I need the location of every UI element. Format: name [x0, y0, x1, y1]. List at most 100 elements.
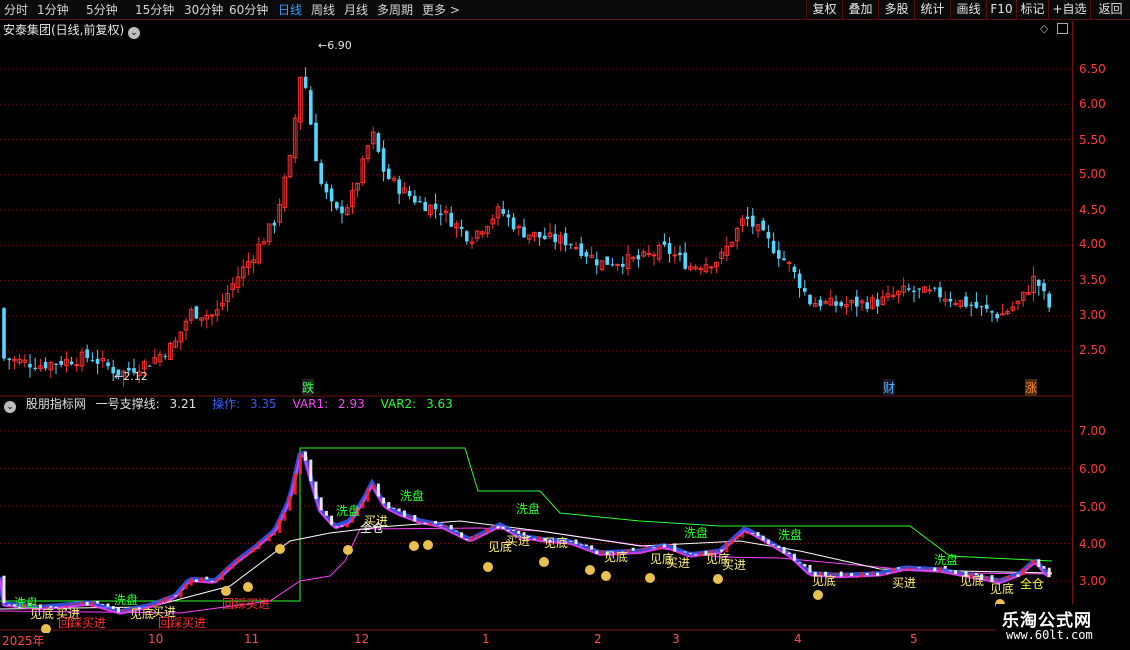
period-tab-multi[interactable]: 多周期: [377, 2, 413, 18]
indicator-candle: [673, 543, 677, 552]
indicator-candle: [194, 579, 198, 582]
candle-body: [579, 243, 583, 256]
indicator-candle: [876, 572, 880, 576]
indicator-candle: [761, 535, 765, 541]
indicator-candle: [798, 562, 802, 564]
peak-price-label: ←6.90: [318, 39, 352, 52]
indicator-candle: [569, 540, 573, 542]
candle-body: [808, 294, 812, 305]
indicator-candle: [96, 600, 100, 604]
candle-body: [74, 364, 80, 367]
indicator-candle: [735, 535, 739, 540]
indicator-candle: [324, 510, 328, 516]
adjust-button[interactable]: 复权: [806, 0, 842, 20]
indicator-candle: [200, 577, 204, 583]
event-marker-rise[interactable]: 涨: [1025, 379, 1038, 396]
indicator-candle: [642, 547, 646, 550]
f10-button[interactable]: F10: [986, 0, 1016, 20]
signal-wash: 洗盘: [516, 502, 541, 516]
mark-button[interactable]: 标记: [1016, 0, 1048, 20]
candle-body: [43, 361, 48, 369]
period-tab-1min[interactable]: 1分钟: [37, 2, 69, 18]
indicator-candle: [335, 526, 339, 528]
indicator-candle: [1000, 578, 1004, 580]
signal-wash: 洗盘: [778, 528, 803, 542]
period-tab-15min[interactable]: 15分钟: [135, 2, 174, 18]
indicator-candle: [538, 536, 542, 541]
candle-body: [1047, 293, 1051, 308]
indicator-candle: [662, 544, 666, 548]
signal-wash: 洗盘: [934, 553, 959, 567]
indicator-candle: [189, 578, 193, 586]
indicator-candle: [1006, 575, 1010, 579]
draw-line-button[interactable]: 画线: [950, 0, 986, 20]
indicator-candle: [174, 595, 178, 597]
indicator-candle: [449, 524, 453, 530]
indicator-candle: [340, 525, 344, 527]
indicator-candle: [158, 600, 162, 604]
candle-body: [683, 252, 687, 269]
indicator-candle: [272, 532, 276, 536]
event-marker-finance[interactable]: 财: [883, 379, 896, 396]
period-tab-daily[interactable]: 日线: [278, 2, 302, 18]
signal-full-position: 全仓: [360, 521, 385, 535]
candle-body: [33, 367, 37, 370]
indicator-candle: [376, 483, 380, 497]
candle-body: [397, 179, 401, 194]
candle-body: [439, 213, 443, 215]
money-bag-icon: [645, 573, 655, 583]
indicator-candle: [283, 512, 287, 521]
candle-body: [407, 190, 412, 197]
period-tab-5min[interactable]: 5分钟: [86, 2, 118, 18]
indicator-candle: [486, 528, 490, 533]
indicator-candle: [631, 547, 635, 551]
money-bag-icon: [713, 574, 723, 584]
indicator-candle: [397, 508, 401, 512]
money-bag-icon: [275, 544, 285, 554]
period-toolbar: 分时 1分钟 5分钟 15分钟 30分钟 60分钟 日线 周线 月线 多周期 更…: [0, 0, 1130, 20]
signal-bottom: 见底: [990, 582, 1015, 596]
candle-body: [766, 232, 771, 239]
money-bag-icon: [813, 590, 823, 600]
price-tick: 5.00: [1079, 167, 1106, 181]
period-tab-30min[interactable]: 30分钟: [184, 2, 223, 18]
main-candles: [2, 67, 1051, 387]
indicator-candle: [657, 546, 661, 551]
back-button[interactable]: 返回: [1090, 0, 1130, 20]
add-watchlist-button[interactable]: +自选: [1048, 0, 1090, 20]
period-tab-intraday[interactable]: 分时: [4, 2, 28, 18]
indicator-candle: [179, 590, 183, 598]
statistics-button[interactable]: 统计: [914, 0, 950, 20]
candle-body: [782, 258, 786, 260]
overlay-button[interactable]: 叠加: [842, 0, 878, 20]
var2-value-label: VAR2: 3.63: [380, 397, 453, 411]
multi-stock-button[interactable]: 多股: [878, 0, 914, 20]
chevron-down-icon[interactable]: ⌄: [4, 401, 16, 413]
candle-body: [818, 299, 823, 307]
indicator-candle: [252, 547, 256, 553]
indicator-candle: [860, 572, 864, 578]
indicator-candle: [345, 523, 349, 528]
signal-wash: 洗盘: [336, 504, 361, 518]
period-tab-60min[interactable]: 60分钟: [229, 2, 268, 18]
period-tab-weekly[interactable]: 周线: [311, 2, 335, 18]
indicator-candle: [184, 583, 188, 590]
indicator-candle: [896, 567, 900, 569]
indicator-candle: [501, 526, 505, 530]
indicator-candle: [782, 546, 786, 554]
indicator-candle: [740, 533, 744, 538]
indicator-candle: [226, 567, 230, 571]
event-marker-fall[interactable]: 跌: [302, 379, 315, 396]
indicator-candle: [439, 524, 443, 526]
indicator-candle: [746, 532, 750, 535]
candle-body: [985, 304, 989, 309]
candle-body: [543, 235, 547, 240]
signal-full-position: 全仓: [1020, 577, 1045, 591]
date-tick: 5: [910, 632, 918, 646]
candle-body: [28, 363, 32, 368]
period-tab-more[interactable]: 更多 >: [422, 2, 460, 18]
indicator-candle: [512, 529, 516, 531]
kline-chart[interactable]: [0, 21, 1072, 633]
period-tab-monthly[interactable]: 月线: [344, 2, 368, 18]
indicator-candle: [262, 540, 266, 542]
